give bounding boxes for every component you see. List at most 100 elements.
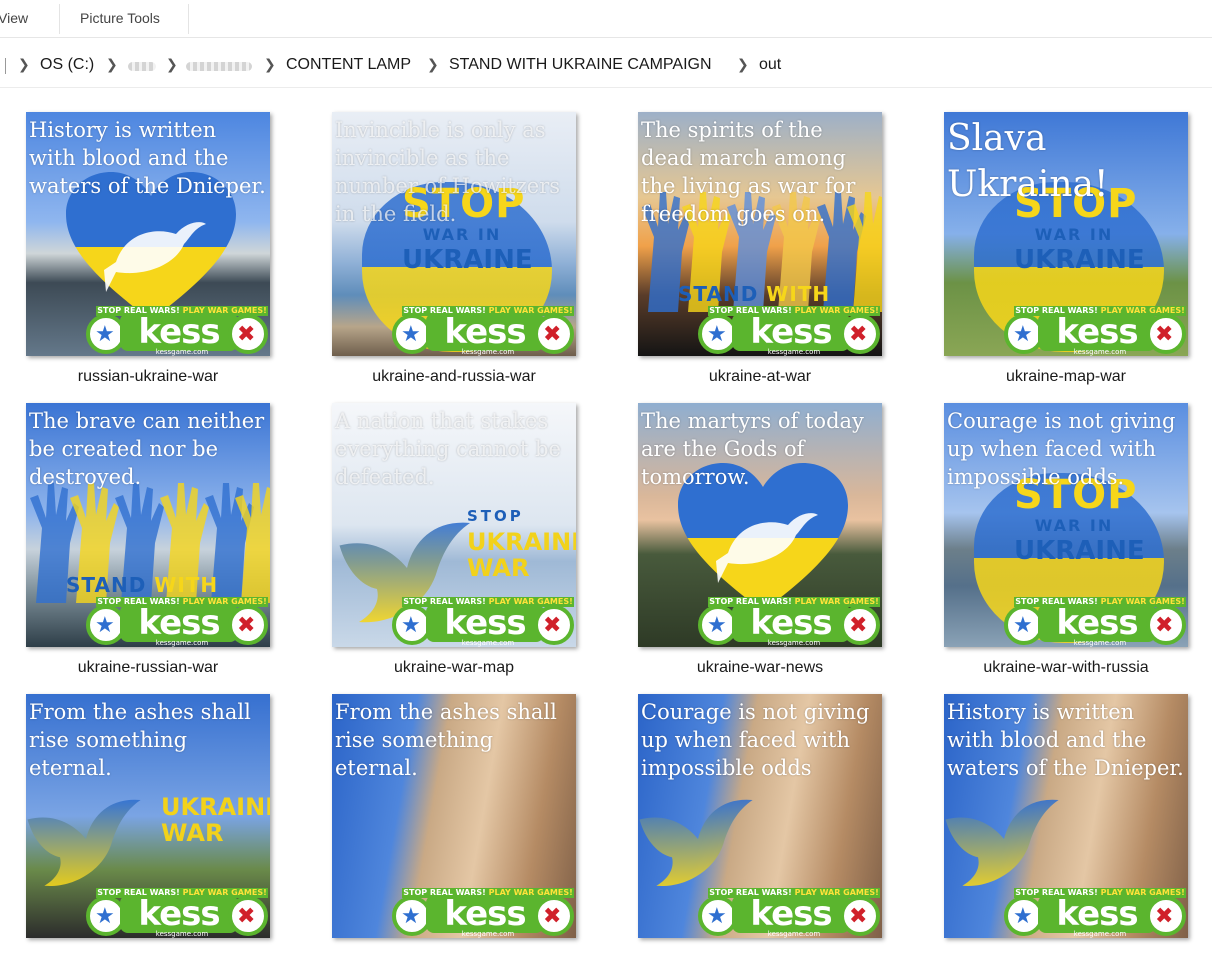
stand-with-text: STAND WITH [678, 282, 830, 306]
breadcrumb-os-c[interactable]: OS (C:) [40, 56, 94, 74]
thumbnail-text: UKRAINE [402, 245, 533, 275]
breadcrumb-out[interactable]: out [759, 56, 781, 74]
chevron-right-icon[interactable]: ❯ [18, 56, 30, 73]
cross-icon: ✖ [1155, 321, 1174, 346]
file-name-label[interactable]: ukraine-war-with-russia [916, 659, 1212, 677]
badge-right-circle: ✖ [840, 314, 880, 354]
star-icon: ★ [1013, 321, 1033, 346]
file-name-label[interactable]: ukraine-war-map [304, 659, 604, 677]
file-thumbnail[interactable]: History is written with blood and the wa… [26, 112, 270, 356]
kess-badge: STOP REAL WARS! PLAY WAR GAMES! ★ kess ✖… [1004, 306, 1188, 356]
badge-site: kessgame.com [461, 639, 515, 647]
thumbnail-text: STOP [467, 507, 524, 525]
badge-right-circle: ✖ [534, 605, 574, 645]
file-name-label[interactable]: ukraine-war-news [610, 659, 910, 677]
chevron-right-icon[interactable]: ❯ [264, 56, 276, 73]
star-icon: ★ [707, 612, 727, 637]
cross-icon: ✖ [543, 612, 562, 637]
file-thumbnail[interactable]: STOP WAR IN UKRAINE Slava Ukraina! STOP R… [944, 112, 1188, 356]
badge-right-circle: ✖ [840, 896, 880, 936]
badge-logo-word: kess [732, 313, 850, 351]
file-thumbnail[interactable]: STOP UKRAINE WAR A nation that stakes eve… [332, 403, 576, 647]
file-thumbnail[interactable]: Courage is not giving up when faced with… [638, 694, 882, 938]
badge-logo-word: kess [120, 313, 238, 351]
cross-icon: ✖ [1155, 903, 1174, 928]
kess-badge: STOP REAL WARS! PLAY WAR GAMES! ★ kess ✖… [698, 306, 882, 356]
star-icon: ★ [1013, 903, 1033, 928]
ukraine-war-text: UKRAINE WAR [161, 794, 270, 846]
kess-badge: STOP REAL WARS! PLAY WAR GAMES! ★ kess ✖… [86, 888, 270, 938]
chevron-right-icon[interactable]: ❯ [106, 56, 118, 73]
file-thumbnail[interactable]: UKRAINE WAR From the ashes shall rise som… [26, 694, 270, 938]
thumbnail-text: WITH [154, 573, 219, 597]
badge-logo-word: kess [120, 604, 238, 642]
thumbnail-caption: Courage is not giving up when faced with… [641, 700, 870, 780]
kess-badge: STOP REAL WARS! PLAY WAR GAMES! ★ kess ✖… [86, 597, 270, 647]
breadcrumb-content-lamp[interactable]: CONTENT LAMP [286, 56, 411, 74]
star-icon: ★ [401, 903, 421, 928]
file-name-label[interactable]: ukraine-and-russia-war [304, 368, 604, 386]
badge-right-circle: ✖ [1146, 314, 1186, 354]
file-thumbnail[interactable]: STOP WAR IN UKRAINE Invincible is only as… [332, 112, 576, 356]
dove-icon [945, 799, 1059, 887]
kess-badge: STOP REAL WARS! PLAY WAR GAMES! ★ kess ✖… [392, 597, 576, 647]
file-thumbnail[interactable]: From the ashes shall rise something eter… [332, 694, 576, 938]
kess-badge: STOP REAL WARS! PLAY WAR GAMES! ★ kess ✖… [698, 888, 882, 938]
file-name-label[interactable]: russian-ukraine-war [0, 368, 298, 386]
file-name-label[interactable]: ukraine-at-war [610, 368, 910, 386]
badge-site: kessgame.com [1073, 639, 1127, 647]
thumbnail-caption: Courage is not giving up when faced with… [947, 409, 1176, 489]
thumbnail-caption: History is written with blood and the wa… [29, 118, 266, 198]
badge-logo-word: kess [1038, 313, 1156, 351]
tab-view[interactable]: View [0, 10, 28, 26]
badge-logo-word: kess [120, 895, 238, 933]
kess-badge: STOP REAL WARS! PLAY WAR GAMES! ★ kess ✖… [392, 306, 576, 356]
star-icon: ★ [707, 903, 727, 928]
star-icon: ★ [401, 612, 421, 637]
star-icon: ★ [95, 612, 115, 637]
cross-icon: ✖ [849, 321, 868, 346]
badge-logo-word: kess [426, 604, 544, 642]
file-thumbnail[interactable]: History is written with blood and the wa… [944, 694, 1188, 938]
redacted-folder [128, 62, 156, 71]
star-icon: ★ [95, 321, 115, 346]
star-icon: ★ [1013, 612, 1033, 637]
badge-site: kessgame.com [767, 348, 821, 356]
breadcrumb-stand-with-ukraine-campaign[interactable]: STAND WITH UKRAINE CAMPAIGN [449, 56, 712, 74]
redacted-folder [186, 62, 252, 71]
chevron-right-icon[interactable]: ❯ [737, 56, 749, 73]
badge-site: kessgame.com [155, 930, 209, 938]
thumbnail-caption: The brave can neither be created nor be … [29, 409, 265, 489]
file-thumbnail[interactable]: The martyrs of today are the Gods of tom… [638, 403, 882, 647]
ribbon-divider [59, 4, 60, 34]
cross-icon: ✖ [237, 321, 256, 346]
badge-site: kessgame.com [155, 639, 209, 647]
file-thumbnail[interactable]: STOP WAR IN UKRAINE Courage is not giving… [944, 403, 1188, 647]
address-bar[interactable]: ❯ OS (C:) ❯ ❯ ❯ CONTENT LAMP ❯ STAND WIT… [0, 44, 1212, 88]
chevron-right-icon[interactable]: ❯ [166, 56, 178, 73]
thumbnail-text: WAR IN [1034, 516, 1114, 535]
thumbnail-caption: Slava Ukraina! [947, 118, 1109, 205]
file-name-label[interactable]: ukraine-russian-war [0, 659, 298, 677]
file-thumbnail[interactable]: STAND WITH The brave can neither be creat… [26, 403, 270, 647]
thumbnail-caption: From the ashes shall rise something eter… [335, 700, 557, 780]
thumbnail-caption: The spirits of the dead march among the … [641, 118, 856, 226]
star-icon: ★ [707, 321, 727, 346]
dove-icon [27, 799, 141, 887]
tab-picture-tools[interactable]: Picture Tools [80, 10, 160, 26]
cross-icon: ✖ [849, 612, 868, 637]
badge-right-circle: ✖ [1146, 605, 1186, 645]
cross-icon: ✖ [237, 612, 256, 637]
file-name-label[interactable]: ukraine-map-war [916, 368, 1212, 386]
badge-right-circle: ✖ [840, 605, 880, 645]
badge-logo-word: kess [732, 895, 850, 933]
kess-badge: STOP REAL WARS! PLAY WAR GAMES! ★ kess ✖… [1004, 888, 1188, 938]
ribbon-border [0, 37, 1212, 38]
thumbnail-text: UKRAINE [161, 793, 270, 821]
badge-logo-word: kess [426, 895, 544, 933]
chevron-right-icon[interactable]: ❯ [427, 56, 439, 73]
kess-badge: STOP REAL WARS! PLAY WAR GAMES! ★ kess ✖… [698, 597, 882, 647]
thumbnail-caption: History is written with blood and the wa… [947, 700, 1184, 780]
file-thumbnail[interactable]: STAND WITH The spirits of the dead march … [638, 112, 882, 356]
kess-badge: STOP REAL WARS! PLAY WAR GAMES! ★ kess ✖… [1004, 597, 1188, 647]
